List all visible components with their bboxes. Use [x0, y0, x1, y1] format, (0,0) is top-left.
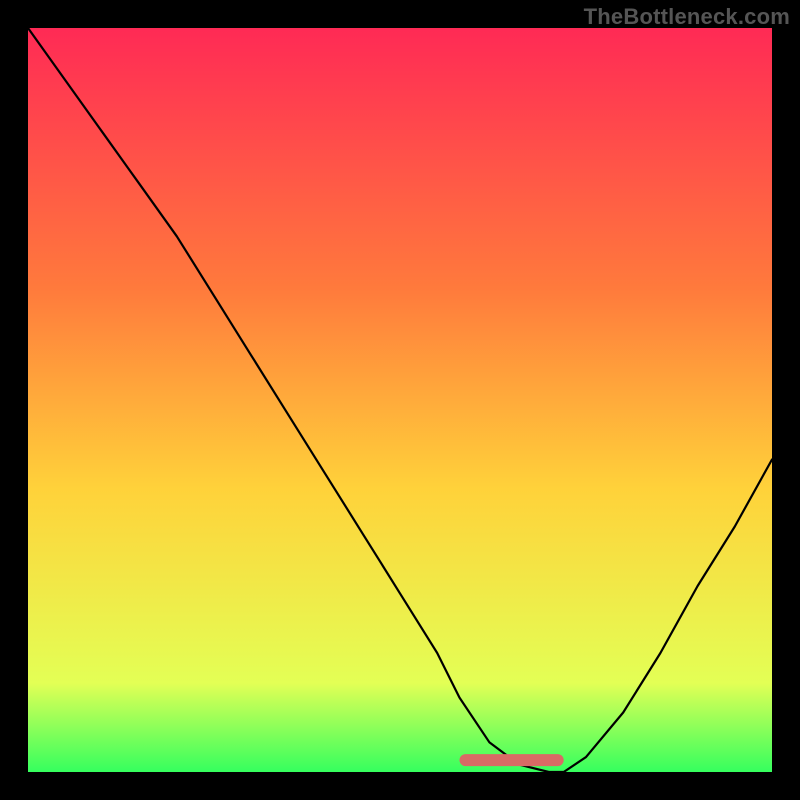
watermark-text: TheBottleneck.com: [584, 4, 790, 30]
optimal-range-bar: [460, 754, 564, 766]
plot-area: [28, 28, 772, 772]
gradient-background: [28, 28, 772, 772]
chart-svg: [28, 28, 772, 772]
chart-frame: TheBottleneck.com: [0, 0, 800, 800]
